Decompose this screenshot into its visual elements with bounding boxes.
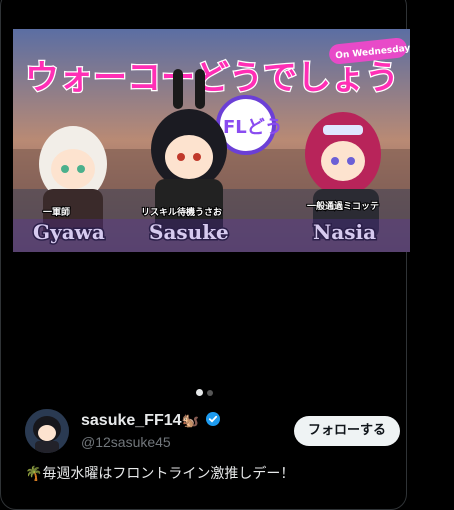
follow-button[interactable]: フォローする [293,416,400,446]
verified-badge-icon [205,411,221,432]
author-row: sasuke_FF14🐿️ @12sasuke45 フォローする [25,409,400,453]
carousel-dot[interactable] [207,390,213,396]
user-handle[interactable]: @12sasuke45 [81,434,221,450]
display-name-row[interactable]: sasuke_FF14🐿️ [81,411,221,432]
post-text: 🌴毎週水曜はフロントライン激推しデー！ [25,466,295,482]
display-name[interactable]: sasuke_FF14 [81,412,182,429]
carousel-indicator [1,389,408,396]
name-emoji: 🐿️ [181,412,199,428]
author-names: sasuke_FF14🐿️ @12sasuke45 [81,411,221,450]
char-role-sasuke: リスキル待機うさお [141,206,222,218]
char-role-nasia: 一般通過ミコッテ [307,200,379,212]
banner-title: ウォーコーどうでしょう [25,58,399,98]
avatar[interactable] [25,409,69,453]
banner-image[interactable]: ウォーコーどうでしょう On Wednesdays! FLどう 一軍師 Gyaw… [13,29,410,252]
carousel-dot-active[interactable] [196,389,203,396]
banner-logo: FLどう [223,117,283,138]
char-role-gyawa: 一軍師 [43,206,70,218]
post-card[interactable]: ウォーコーどうでしょう On Wednesdays! FLどう 一軍師 Gyaw… [0,0,410,510]
